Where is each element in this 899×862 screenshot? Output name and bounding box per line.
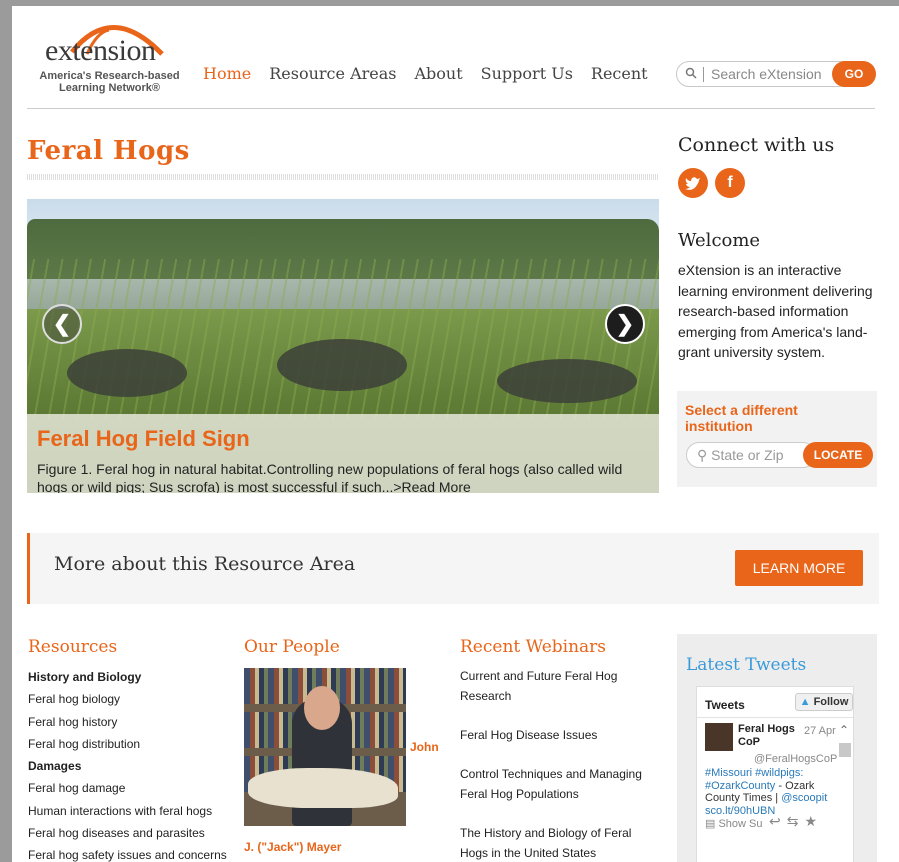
show-summary-label: Show Su (718, 818, 763, 830)
twitter-icon[interactable] (678, 168, 708, 198)
tweet-date[interactable]: 27 Apr (804, 725, 836, 737)
retweet-icon[interactable]: ⇆ (787, 813, 805, 829)
page-title: Feral Hogs (27, 136, 190, 166)
image-slider: ❮ ❯ Feral Hog Field Sign Figure 1. Feral… (27, 199, 659, 493)
tweet-author[interactable]: Feral Hogs CoP (738, 723, 798, 749)
resource-area-band: More about this Resource Area LEARN MORE (27, 533, 879, 604)
webinar-link[interactable]: Control Techniques and Managing Feral Ho… (460, 764, 650, 804)
resource-link[interactable]: Feral hog safety issues and concerns (28, 844, 233, 862)
favorite-icon[interactable]: ★ (804, 813, 823, 829)
nav-resource-areas[interactable]: Resource Areas (269, 64, 396, 83)
nav-about[interactable]: About (414, 64, 462, 83)
tweets-panel: Latest Tweets Tweets ▲ Follow Feral Hogs… (677, 634, 877, 862)
slider-caption: Feral Hog Field Sign Figure 1. Feral hog… (27, 414, 659, 493)
zip-placeholder: State or Zip (711, 447, 784, 463)
webinar-link[interactable]: Current and Future Feral Hog Research (460, 666, 650, 706)
slide-title[interactable]: Feral Hog Field Sign (37, 426, 250, 452)
tweet-actions: ↩⇆★ (769, 813, 823, 830)
person-photo[interactable] (244, 668, 406, 826)
header-divider (27, 108, 875, 109)
resource-link[interactable]: Feral hog damage (28, 777, 233, 799)
slider-next-button[interactable]: ❯ (605, 304, 645, 344)
resource-link[interactable]: Feral hog diseases and parasites (28, 822, 233, 844)
logo-tagline: America's Research-based Learning Networ… (39, 70, 180, 94)
main-nav: Home Resource Areas About Support Us Rec… (203, 64, 648, 83)
hog-shape (277, 339, 407, 391)
scroll-thumb[interactable] (839, 743, 851, 757)
hog-shape (67, 349, 187, 397)
nav-home[interactable]: Home (203, 64, 251, 83)
tweet-link[interactable]: sco.lt/90hUBN (705, 805, 775, 817)
webinar-link[interactable]: Feral Hog Disease Issues (460, 725, 650, 745)
webinars-list: Current and Future Feral Hog Research Fe… (460, 666, 650, 862)
resource-subheading: Damages (28, 759, 82, 774)
reply-icon[interactable]: ↩ (769, 813, 787, 829)
follow-button[interactable]: ▲ Follow (795, 693, 853, 711)
extension-logo[interactable]: extension America's Research-based Learn… (27, 10, 187, 100)
tweet-mention[interactable]: @scoopit (781, 792, 827, 804)
facebook-icon[interactable]: f (715, 168, 745, 198)
person-first-name[interactable]: John (410, 740, 439, 754)
twitter-bird-icon: ▲ (799, 696, 811, 708)
slide-description[interactable]: Figure 1. Feral hog in natural habitat.C… (37, 460, 652, 493)
institution-label[interactable]: Select a different institution (685, 402, 835, 434)
nav-support-us[interactable]: Support Us (481, 64, 573, 83)
person-name-link[interactable]: J. ("Jack") Mayer (244, 840, 341, 854)
title-rule (27, 174, 659, 180)
page: extension America's Research-based Learn… (12, 6, 899, 862)
resource-subheading: History and Biology (28, 670, 142, 684)
widget-scrollbar[interactable]: ⌃ (839, 723, 851, 823)
hog-skull (248, 768, 398, 808)
connect-heading: Connect with us (678, 134, 835, 156)
tweet-handle[interactable]: @FeralHogsCoP (754, 753, 837, 765)
resource-link[interactable]: Feral hog history (28, 711, 233, 733)
scroll-up-icon[interactable]: ⌃ (839, 723, 851, 737)
welcome-heading: Welcome (678, 230, 761, 251)
learn-more-button[interactable]: LEARN MORE (735, 550, 863, 586)
webinar-link[interactable]: The History and Biology of Feral Hogs in… (460, 823, 650, 862)
twitter-widget: Tweets ▲ Follow Feral Hogs CoP 27 Apr @F… (696, 686, 854, 862)
search-placeholder: Search eXtension (711, 66, 822, 82)
resource-area-text: More about this Resource Area (54, 553, 356, 575)
resource-link[interactable]: Feral hog distribution (28, 733, 233, 755)
zip-input[interactable]: ⚲ State or Zip (686, 442, 816, 468)
tweets-heading: Latest Tweets (686, 655, 807, 675)
search-icon (685, 67, 699, 81)
nav-recent[interactable]: Recent (591, 64, 648, 83)
search-divider (703, 67, 704, 82)
summary-icon: ▤ (705, 818, 716, 830)
follow-label: Follow (813, 696, 849, 708)
resources-heading: Resources (28, 637, 118, 657)
hog-shape (497, 359, 637, 403)
location-pin-icon: ⚲ (697, 447, 708, 463)
resource-link[interactable]: Feral hog biology (28, 688, 233, 710)
tweet-body: #Missouri #wildpigs: #OzarkCounty - Ozar… (705, 767, 835, 817)
show-summary[interactable]: ▤ Show Su (705, 817, 763, 830)
logo-wordmark: extension (45, 34, 156, 67)
webinars-heading: Recent Webinars (460, 637, 607, 657)
institution-box: Select a different institution ⚲ State o… (677, 391, 877, 487)
welcome-text: eXtension is an interactive learning env… (678, 262, 873, 360)
tweet-avatar[interactable] (705, 723, 733, 751)
widget-title: Tweets (705, 698, 745, 712)
resources-list: History and Biology Feral hog biology Fe… (28, 666, 233, 862)
resource-link[interactable]: Human interactions with feral hogs (28, 800, 233, 822)
people-heading: Our People (244, 637, 340, 657)
locate-button[interactable]: LOCATE (803, 442, 873, 468)
slider-prev-button[interactable]: ❮ (42, 304, 82, 344)
search-go-button[interactable]: GO (832, 61, 876, 87)
